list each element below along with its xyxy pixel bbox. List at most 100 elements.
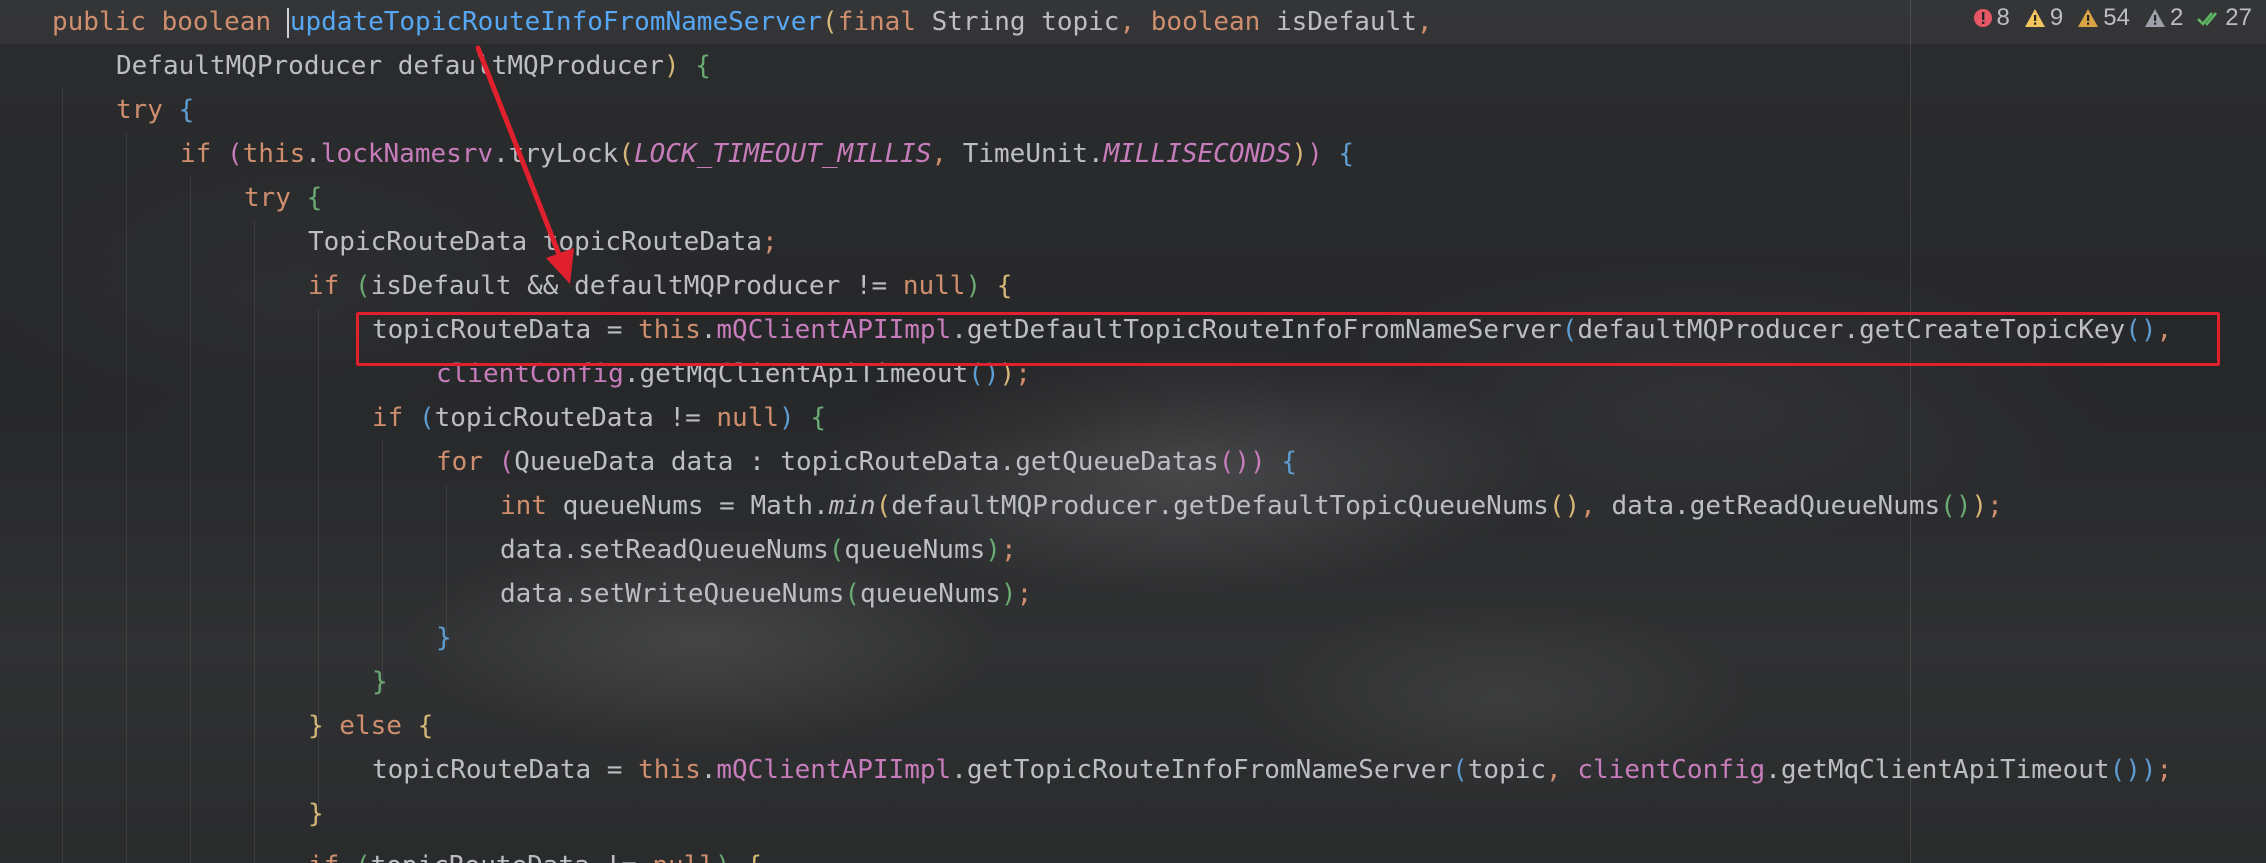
code-line[interactable]: DefaultMQProducer defaultMQProducer) {	[116, 44, 711, 88]
code-token: clientConfig	[1577, 755, 1766, 785]
code-line[interactable]: }	[308, 792, 324, 836]
code-token: ()	[2109, 755, 2141, 785]
code-token: for	[436, 447, 499, 477]
code-token: try	[116, 95, 179, 125]
code-token: ()	[1218, 447, 1250, 477]
code-token: {	[417, 711, 434, 741]
weak-warning-icon	[2077, 8, 2099, 28]
indent-guide	[126, 132, 127, 863]
code-token: null	[652, 851, 715, 863]
code-token: TimeUnit.	[962, 139, 1104, 169]
code-line[interactable]: data.setReadQueueNums(queueNums);	[500, 528, 1017, 572]
code-token: (	[844, 579, 861, 609]
code-token: queueNums	[844, 535, 986, 565]
code-token: int	[500, 491, 563, 521]
code-token: (	[226, 139, 243, 169]
code-line[interactable]: if (topicRouteData != null) {	[372, 396, 826, 440]
code-token: )	[1307, 139, 1323, 169]
ok-count[interactable]: 27	[2197, 4, 2252, 32]
code-token: this	[638, 755, 701, 785]
code-token: )	[663, 51, 680, 81]
code-token: }	[308, 711, 324, 741]
code-token: DefaultMQProducer defaultMQProducer	[116, 51, 664, 81]
code-token: data.setReadQueueNums	[500, 535, 829, 565]
code-token: data.getReadQueueNums	[1611, 491, 1941, 521]
typo-count-label: 2	[2169, 4, 2184, 31]
indent-guide	[190, 176, 191, 863]
code-token: lockNamesrv	[320, 139, 494, 169]
code-line[interactable]: data.setWriteQueueNums(queueNums);	[500, 572, 1032, 616]
code-token: (	[355, 851, 371, 863]
code-token: min	[828, 491, 876, 521]
code-token: final	[837, 7, 932, 37]
code-token: {	[306, 183, 323, 213]
code-line[interactable]: } else {	[308, 704, 433, 748]
code-token: ,	[931, 139, 963, 169]
weak-warning-count-label: 54	[2103, 4, 2130, 31]
code-line[interactable]: if (isDefault && defaultMQProducer != nu…	[308, 264, 1012, 308]
code-line[interactable]: TopicRouteData topicRouteData;	[308, 220, 778, 264]
code-token: if	[372, 403, 419, 433]
code-line[interactable]: }	[436, 616, 452, 660]
code-token: queueNums = Math.	[562, 491, 829, 521]
code-token: if	[180, 139, 227, 169]
code-token: (	[618, 139, 634, 169]
code-token: }	[436, 623, 452, 653]
typo-count[interactable]: 2	[2144, 4, 2183, 32]
error-count[interactable]: 8	[1973, 4, 2010, 32]
indent-guide	[254, 220, 255, 863]
error-count-label: 8	[1996, 4, 2010, 31]
code-line[interactable]: }	[372, 660, 388, 704]
code-token: topic	[1467, 755, 1547, 785]
code-token: )	[985, 535, 1001, 565]
typo-icon	[2144, 8, 2166, 28]
code-token: null	[716, 403, 780, 433]
code-token: try	[244, 183, 307, 213]
code-line[interactable]: int queueNums = Math.min(defaultMQProduc…	[500, 484, 2003, 528]
warning-count[interactable]: 9	[2024, 4, 2063, 32]
code-token: )	[715, 851, 731, 863]
code-line[interactable]: topicRouteData = this.mQClientAPIImpl.ge…	[372, 748, 2172, 792]
code-token: .	[305, 139, 321, 169]
code-token: if	[308, 271, 355, 301]
code-token: TopicRouteData topicRouteData	[308, 227, 762, 257]
code-token: ;	[1987, 491, 2003, 521]
code-token: }	[308, 799, 324, 829]
code-token: topicRouteData !=	[371, 851, 653, 863]
code-token: if	[308, 851, 355, 863]
code-token: isDefault && defaultMQProducer !=	[370, 271, 903, 301]
code-token: defaultMQProducer.getDefaultTopicQueueNu…	[891, 491, 1549, 521]
code-token: null	[902, 271, 966, 301]
code-line[interactable]: if (topicRouteData != null) {	[308, 844, 762, 863]
code-token: (	[498, 447, 515, 477]
code-line[interactable]: try {	[244, 176, 322, 220]
code-token: (	[875, 491, 892, 521]
code-token: (	[1452, 755, 1468, 785]
code-line[interactable]: for (QueueData data : topicRouteData.get…	[436, 440, 1297, 484]
weak-warning-count[interactable]: 54	[2077, 4, 2130, 32]
code-token: {	[996, 271, 1013, 301]
code-line[interactable]: try {	[116, 88, 194, 132]
code-token: )	[1000, 579, 1017, 609]
code-token: )	[965, 271, 982, 301]
code-token: )	[1971, 491, 1988, 521]
code-token: ;	[761, 227, 778, 257]
code-line[interactable]: public boolean updateTopicRouteInfoFromN…	[52, 0, 1433, 44]
annotation-highlight-box	[356, 312, 2220, 366]
error-icon	[1973, 8, 1993, 28]
code-token: data.setWriteQueueNums	[500, 579, 845, 609]
code-token: {	[1281, 447, 1297, 477]
code-line[interactable]: if (this.lockNamesrv.tryLock(LOCK_TIMEOU…	[180, 132, 1354, 176]
code-token: {	[695, 51, 711, 81]
code-token: .tryLock	[493, 139, 619, 169]
code-token: )	[2140, 755, 2157, 785]
inspection-widget[interactable]: 8 9 54 2 27	[1973, 0, 2252, 36]
code-token: {	[810, 403, 826, 433]
code-token: ;	[1000, 535, 1017, 565]
code-token: mQClientAPIImpl	[716, 755, 952, 785]
code-token: else	[323, 711, 418, 741]
code-token: .getMqClientApiTimeout	[1765, 755, 2110, 785]
